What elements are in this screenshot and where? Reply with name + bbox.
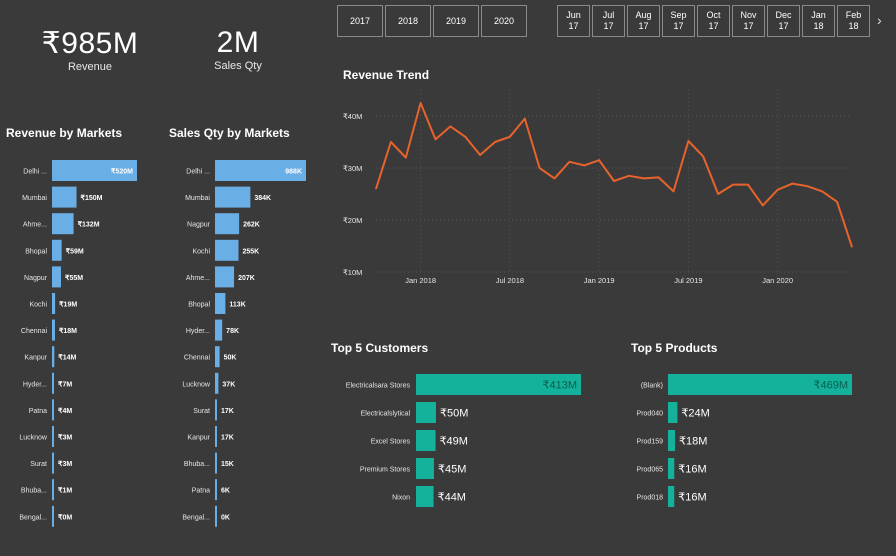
data-label: ₹16M bbox=[678, 492, 706, 504]
data-label: ₹18M bbox=[679, 436, 707, 448]
category-label: Prod065 bbox=[637, 467, 664, 474]
top5-products-chart: (Blank) ₹469M Prod040 ₹24M Prod159 ₹18M Prod06… bbox=[637, 374, 852, 507]
bar bbox=[668, 486, 675, 507]
category-label: Prod040 bbox=[637, 411, 664, 418]
data-label: ₹24M bbox=[681, 408, 709, 420]
bar bbox=[668, 430, 676, 451]
data-label: ₹16M bbox=[678, 464, 706, 476]
bar bbox=[668, 402, 678, 423]
category-label: (Blank) bbox=[641, 383, 663, 390]
category-label: Prod159 bbox=[637, 439, 664, 446]
data-label: ₹469M bbox=[813, 380, 848, 392]
bar bbox=[668, 458, 675, 479]
category-label: Prod018 bbox=[637, 495, 664, 502]
